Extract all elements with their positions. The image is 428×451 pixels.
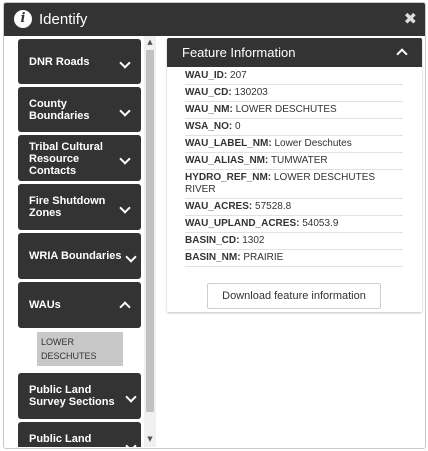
attribute-value: 54053.9: [302, 218, 339, 229]
sidebar-item-county-boundaries[interactable]: County Boundaries: [18, 87, 141, 132]
sidebar-item-fire-shutdown-zones[interactable]: Fire Shutdown Zones: [18, 184, 141, 230]
attribute-key: WAU_CD:: [185, 87, 232, 98]
attribute-list: WAU_ID: 207 WAU_CD: 130203 WAU_NM: LOWER D…: [185, 68, 403, 267]
sidebar-item-waus[interactable]: WAUs: [18, 282, 141, 328]
sidebar-item-public-land[interactable]: Public Land: [18, 422, 141, 447]
chevron-down-icon: [119, 57, 131, 69]
scrollbar-thumb[interactable]: [146, 50, 154, 412]
sidebar-item-tribal-cultural-resource-contacts[interactable]: Tribal Cultural Resource Contacts: [18, 135, 141, 181]
attribute-row: WAU_UPLAND_ACRES: 54053.9: [185, 216, 403, 233]
chevron-up-icon: [119, 301, 131, 313]
attribute-value: 0: [235, 121, 241, 132]
attribute-value: TUMWATER: [270, 155, 328, 166]
attribute-key: HYDRO_REF_NM:: [185, 172, 272, 183]
attribute-key: WAU_UPLAND_ACRES:: [185, 218, 300, 229]
attribute-key: WAU_ALIAS_NM:: [185, 155, 269, 166]
attribute-key: WAU_NM:: [185, 104, 233, 115]
attribute-value: 130203: [234, 87, 268, 98]
sidebar-item-label: Tribal Cultural Resource Contacts: [29, 141, 103, 177]
close-icon[interactable]: ✖: [404, 9, 417, 28]
feature-information-card: Feature Information WAU_ID: 207 WAU_CD: 1…: [167, 38, 422, 312]
info-icon: i: [14, 10, 32, 28]
attribute-row: WAU_CD: 130203: [185, 85, 403, 102]
feature-information-header[interactable]: Feature Information: [167, 38, 422, 67]
scroll-up-icon[interactable]: ▲: [145, 38, 155, 48]
attribute-row: WAU_ID: 207: [185, 68, 403, 85]
attribute-value: 57528.8: [255, 201, 292, 212]
sidebar-scrollbar[interactable]: ▲ ▼: [144, 36, 156, 447]
attribute-row: WAU_ACRES: 57528.8: [185, 199, 403, 216]
attribute-key: BASIN_CD:: [185, 235, 240, 246]
layer-list: DNR Roads County Boundaries Tribal Cultu…: [14, 36, 159, 447]
attribute-row: WAU_LABEL_NM: Lower Deschutes: [185, 136, 403, 153]
attribute-row: WAU_NM: LOWER DESCHUTES: [185, 102, 403, 119]
scroll-down-icon[interactable]: ▼: [145, 435, 155, 445]
chevron-down-icon: [119, 202, 131, 214]
sidebar-item-label: Public Land: [29, 433, 92, 445]
sidebar-item-dnr-roads[interactable]: DNR Roads: [18, 39, 141, 84]
chevron-down-icon: [119, 105, 131, 117]
attribute-value: PRAIRIE: [243, 252, 284, 263]
sidebar-item-wria-boundaries[interactable]: WRIA Boundaries: [18, 233, 141, 279]
attribute-row: WSA_NO: 0: [185, 119, 403, 136]
chevron-down-icon: [125, 391, 137, 403]
attribute-key: WAU_ID:: [185, 70, 228, 81]
download-feature-information-button[interactable]: Download feature information: [207, 283, 381, 309]
chevron-down-icon: [119, 153, 131, 165]
list-item[interactable]: LOWER DESCHUTES: [37, 332, 123, 366]
attribute-value: 1302: [242, 235, 265, 246]
feature-information-title: Feature Information: [182, 45, 296, 60]
attribute-value: LOWER DESCHUTES: [235, 104, 337, 115]
waus-layer-list: LOWER DESCHUTES: [18, 328, 141, 370]
sidebar-item-label: WRIA Boundaries: [29, 250, 122, 262]
attribute-key: WAU_ACRES:: [185, 201, 253, 212]
attribute-key: WAU_LABEL_NM:: [185, 138, 272, 149]
title-bar: i Identify ✖: [4, 3, 425, 36]
sidebar-item-label: DNR Roads: [29, 56, 90, 68]
sidebar-item-label: Public Land Survey Sections: [29, 384, 115, 408]
panel-title: Identify: [39, 11, 88, 28]
chevron-down-icon: [125, 440, 137, 447]
attribute-value: Lower Deschutes: [274, 138, 352, 149]
sidebar-item-label: WAUs: [29, 299, 61, 311]
attribute-row: WAU_ALIAS_NM: TUMWATER: [185, 153, 403, 170]
attribute-row: HYDRO_REF_NM: LOWER DESCHUTES RIVER: [185, 170, 403, 199]
sidebar-item-public-land-survey-sections[interactable]: Public Land Survey Sections: [18, 373, 141, 419]
chevron-up-icon: [396, 48, 408, 60]
attribute-row: BASIN_CD: 1302: [185, 233, 403, 250]
attribute-key: BASIN_NM:: [185, 252, 241, 263]
attribute-key: WSA_NO:: [185, 121, 233, 132]
sidebar-item-label: County Boundaries: [29, 98, 90, 122]
attribute-row: BASIN_NM: PRAIRIE: [185, 250, 403, 267]
sidebar-item-label: Fire Shutdown Zones: [29, 195, 106, 219]
attribute-value: 207: [230, 70, 247, 81]
